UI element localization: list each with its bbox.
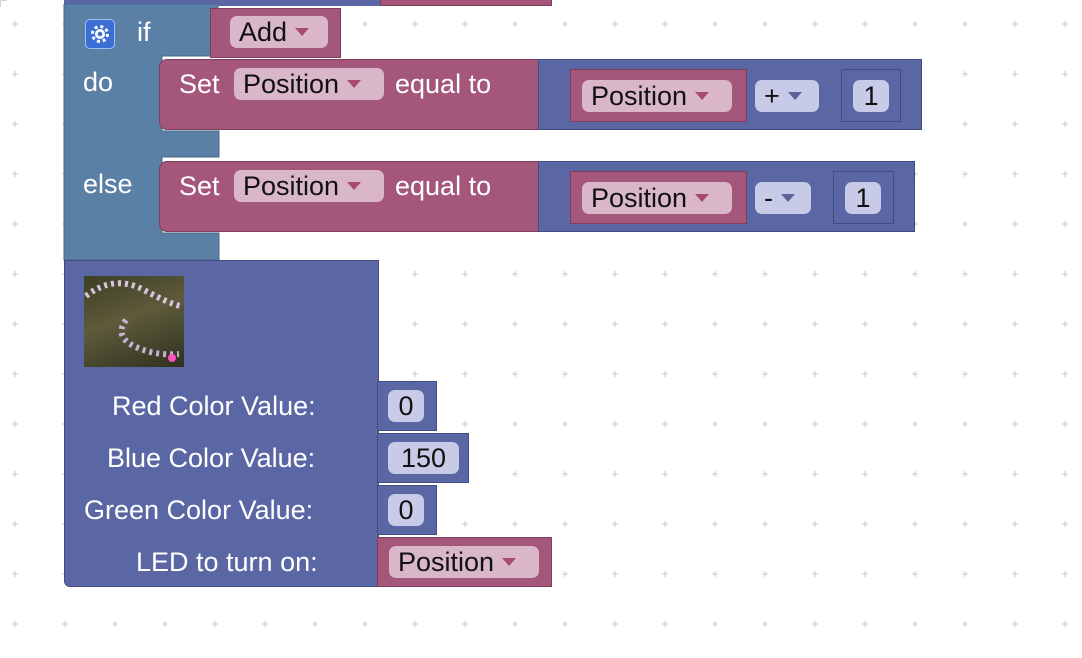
led-label: LED to turn on:	[136, 547, 318, 577]
do-operator-value: +	[764, 81, 780, 111]
do-equal-to-label: equal to	[395, 69, 492, 99]
chevron-down-icon	[347, 79, 362, 88]
else-operand-variable-dropdown[interactable]: Position	[582, 182, 732, 214]
chevron-down-icon	[347, 181, 362, 190]
chevron-down-icon	[502, 557, 517, 566]
do-operator-dropdown[interactable]: +	[755, 80, 819, 112]
chevron-down-icon	[695, 193, 710, 202]
do-operand-variable-dropdown[interactable]: Position	[582, 80, 732, 112]
if-label: if	[137, 17, 151, 47]
else-set-label: Set	[179, 171, 220, 201]
led-variable-value: Position	[398, 547, 495, 577]
else-equal-to-label: equal to	[395, 171, 492, 201]
chevron-down-icon	[787, 91, 802, 100]
do-set-label: Set	[179, 69, 220, 99]
blue-value-field[interactable]: 150	[388, 442, 459, 474]
else-operator-dropdown[interactable]: -	[755, 182, 811, 214]
red-label: Red Color Value:	[112, 391, 316, 421]
previous-value-fragment[interactable]	[380, 0, 552, 6]
do-set-variable-dropdown[interactable]: Position	[234, 68, 384, 100]
do-label: do	[83, 67, 114, 97]
else-number-field[interactable]: 1	[845, 182, 881, 214]
else-label: else	[83, 169, 133, 199]
gear-icon[interactable]	[85, 19, 115, 49]
else-operator-value: -	[764, 183, 773, 213]
do-set-variable-value: Position	[243, 69, 340, 99]
red-value-field[interactable]: 0	[388, 390, 424, 422]
led-variable-dropdown[interactable]: Position	[389, 546, 539, 578]
chevron-down-icon	[295, 27, 310, 36]
green-value-field[interactable]: 0	[388, 494, 424, 526]
chevron-down-icon	[695, 91, 710, 100]
green-label: Green Color Value:	[84, 495, 314, 525]
else-set-variable-dropdown[interactable]: Position	[234, 170, 384, 202]
condition-variable-value: Add	[239, 17, 288, 47]
chevron-down-icon	[781, 193, 795, 202]
else-set-variable-value: Position	[243, 171, 340, 201]
else-operand-variable-value: Position	[591, 183, 688, 213]
condition-variable-dropdown[interactable]: Add	[230, 16, 328, 48]
do-number-field[interactable]: 1	[853, 80, 889, 112]
led-strip-image	[84, 276, 184, 367]
do-operand-variable-value: Position	[591, 81, 688, 111]
blue-label: Blue Color Value:	[107, 443, 316, 473]
